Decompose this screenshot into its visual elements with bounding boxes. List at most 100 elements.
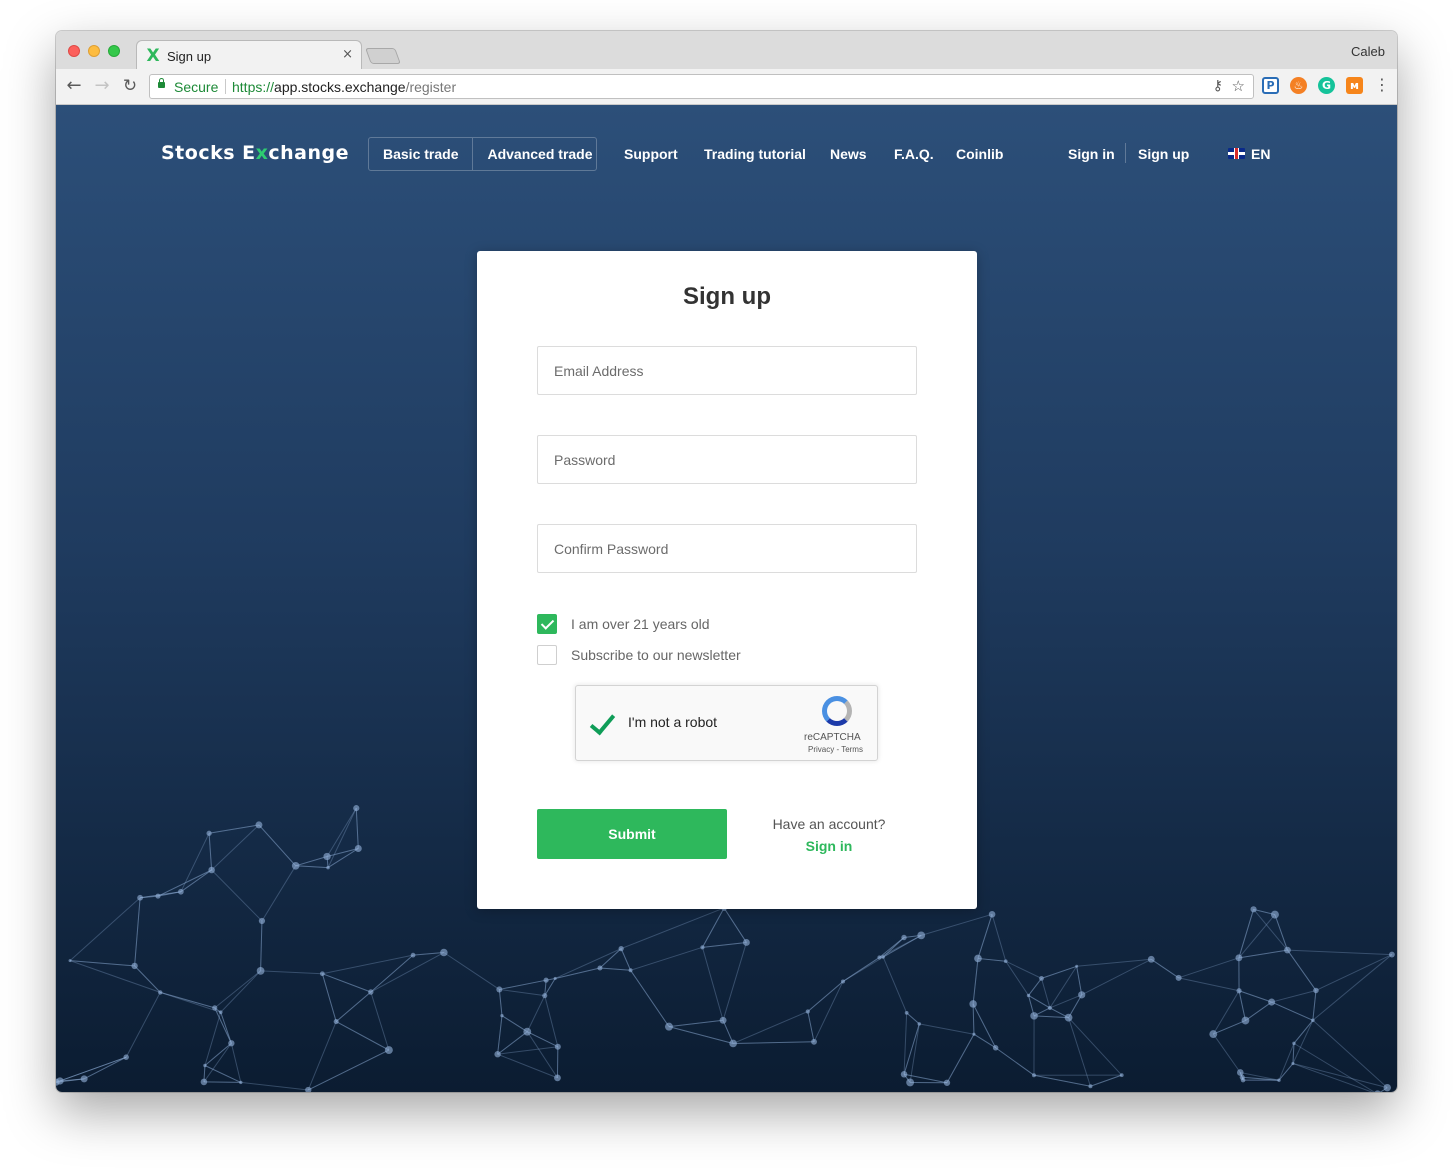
network-node [440,948,448,957]
newsletter-checkbox[interactable] [537,645,557,665]
new-tab-button[interactable] [365,48,401,64]
browser-window: X Sign up × Caleb ← → ↻ Secure https://a… [56,31,1397,1092]
language-selector[interactable]: EN [1251,146,1270,162]
network-line [526,995,546,1032]
nav-trading-tutorial[interactable]: Trading tutorial [704,146,806,162]
page-title: Sign up [683,283,771,310]
metamask-icon[interactable]: ᴍ [1346,77,1363,94]
nav-coinlib[interactable]: Coinlib [956,146,1003,162]
email-input[interactable] [537,346,917,395]
network-node [203,1063,207,1068]
browser-tab[interactable]: X Sign up × [136,40,362,70]
network-node [1147,955,1155,963]
network-line [1150,958,1179,979]
network-node [384,1046,393,1055]
nav-faq[interactable]: F.A.Q. [894,146,934,162]
window-close-button[interactable] [68,45,80,57]
network-node [1240,1077,1246,1083]
network-node [256,966,265,975]
network-line [499,988,545,997]
back-arrow-icon[interactable]: ← [64,76,84,96]
network-node [255,821,263,829]
network-node [917,931,926,940]
network-line [220,1012,232,1044]
network-line [1090,1074,1122,1087]
network-line [1271,1001,1314,1021]
network-line [1238,914,1276,959]
nav-news[interactable]: News [830,146,867,162]
network-node [1277,1078,1281,1082]
tab-close-icon[interactable]: × [342,47,353,62]
extension-p-icon[interactable]: P [1262,77,1279,94]
bookmark-star-icon[interactable]: ☆ [1232,77,1245,95]
network-line [701,947,724,1021]
nav-sign-in[interactable]: Sign in [1068,146,1115,162]
logo[interactable]: Stocks Exchange [161,142,349,164]
network-node [1270,910,1279,919]
network-node [218,1010,223,1015]
menu-dots-icon[interactable]: ⋮ [1374,75,1390,94]
network-line [204,1065,241,1083]
confirm-password-input[interactable] [537,524,917,573]
network-line [1028,978,1042,996]
network-node [881,955,885,959]
network-line [180,869,212,893]
reload-icon[interactable]: ↻ [120,76,140,96]
network-line [370,952,445,993]
network-line [59,1056,127,1082]
network-node [1389,951,1395,958]
network-node [155,893,161,899]
trade-button-group: Basic trade Advanced trade [368,137,597,171]
network-line [220,970,261,1013]
password-input[interactable] [537,435,917,484]
network-line [702,907,725,948]
uk-flag-icon[interactable] [1228,148,1245,159]
recaptcha-checkmark-icon[interactable] [589,708,616,736]
nav-divider [1125,143,1126,163]
profile-name[interactable]: Caleb [1351,44,1385,59]
nav-sign-up[interactable]: Sign up [1138,146,1189,162]
nav-support[interactable]: Support [624,146,678,162]
network-line [1292,1020,1314,1064]
submit-button[interactable]: Submit [537,809,727,859]
network-line [1271,989,1317,1003]
extension-fire-icon[interactable]: ♨ [1290,77,1307,94]
window-maximize-button[interactable] [108,45,120,57]
key-icon[interactable]: ⚷ [1213,78,1223,94]
network-node [597,965,603,971]
network-line [733,1041,815,1044]
newsletter-checkbox-row[interactable]: Subscribe to our newsletter [537,645,741,665]
network-node [1250,906,1257,913]
address-bar[interactable]: Secure https://app.stocks.exchange/regis… [149,74,1254,99]
network-line [498,989,503,1016]
network-line [134,965,161,993]
network-line [813,981,844,1043]
network-line [134,897,141,966]
network-line [599,948,622,969]
network-line [882,956,908,1014]
network-node [291,862,300,870]
sign-in-link[interactable]: Sign in [751,838,907,854]
recaptcha-links[interactable]: Privacy - Terms [808,745,863,754]
network-node [56,1077,64,1085]
window-minimize-button[interactable] [88,45,100,57]
basic-trade-button[interactable]: Basic trade [369,138,472,170]
network-node [618,945,624,952]
recaptcha-widget[interactable]: I'm not a robot reCAPTCHA Privacy - Term… [575,685,878,761]
network-line [1312,954,1393,1021]
url-text[interactable]: https://app.stocks.exchange/register [232,79,456,95]
age-checkbox-label: I am over 21 years old [571,616,710,632]
network-node [1268,998,1276,1006]
age-checkbox[interactable] [537,614,557,634]
advanced-trade-button[interactable]: Advanced trade [472,138,606,170]
network-line [906,1012,920,1025]
grammarly-icon[interactable]: G [1318,77,1335,94]
logo-x: x [255,142,269,164]
age-checkbox-row[interactable]: I am over 21 years old [537,614,710,634]
network-line [921,913,993,936]
network-line [322,954,414,975]
forward-arrow-icon[interactable]: → [92,76,112,96]
url-path: /register [405,79,457,95]
stocks-exchange-favicon-icon: X [146,46,160,66]
network-line [972,1003,975,1035]
